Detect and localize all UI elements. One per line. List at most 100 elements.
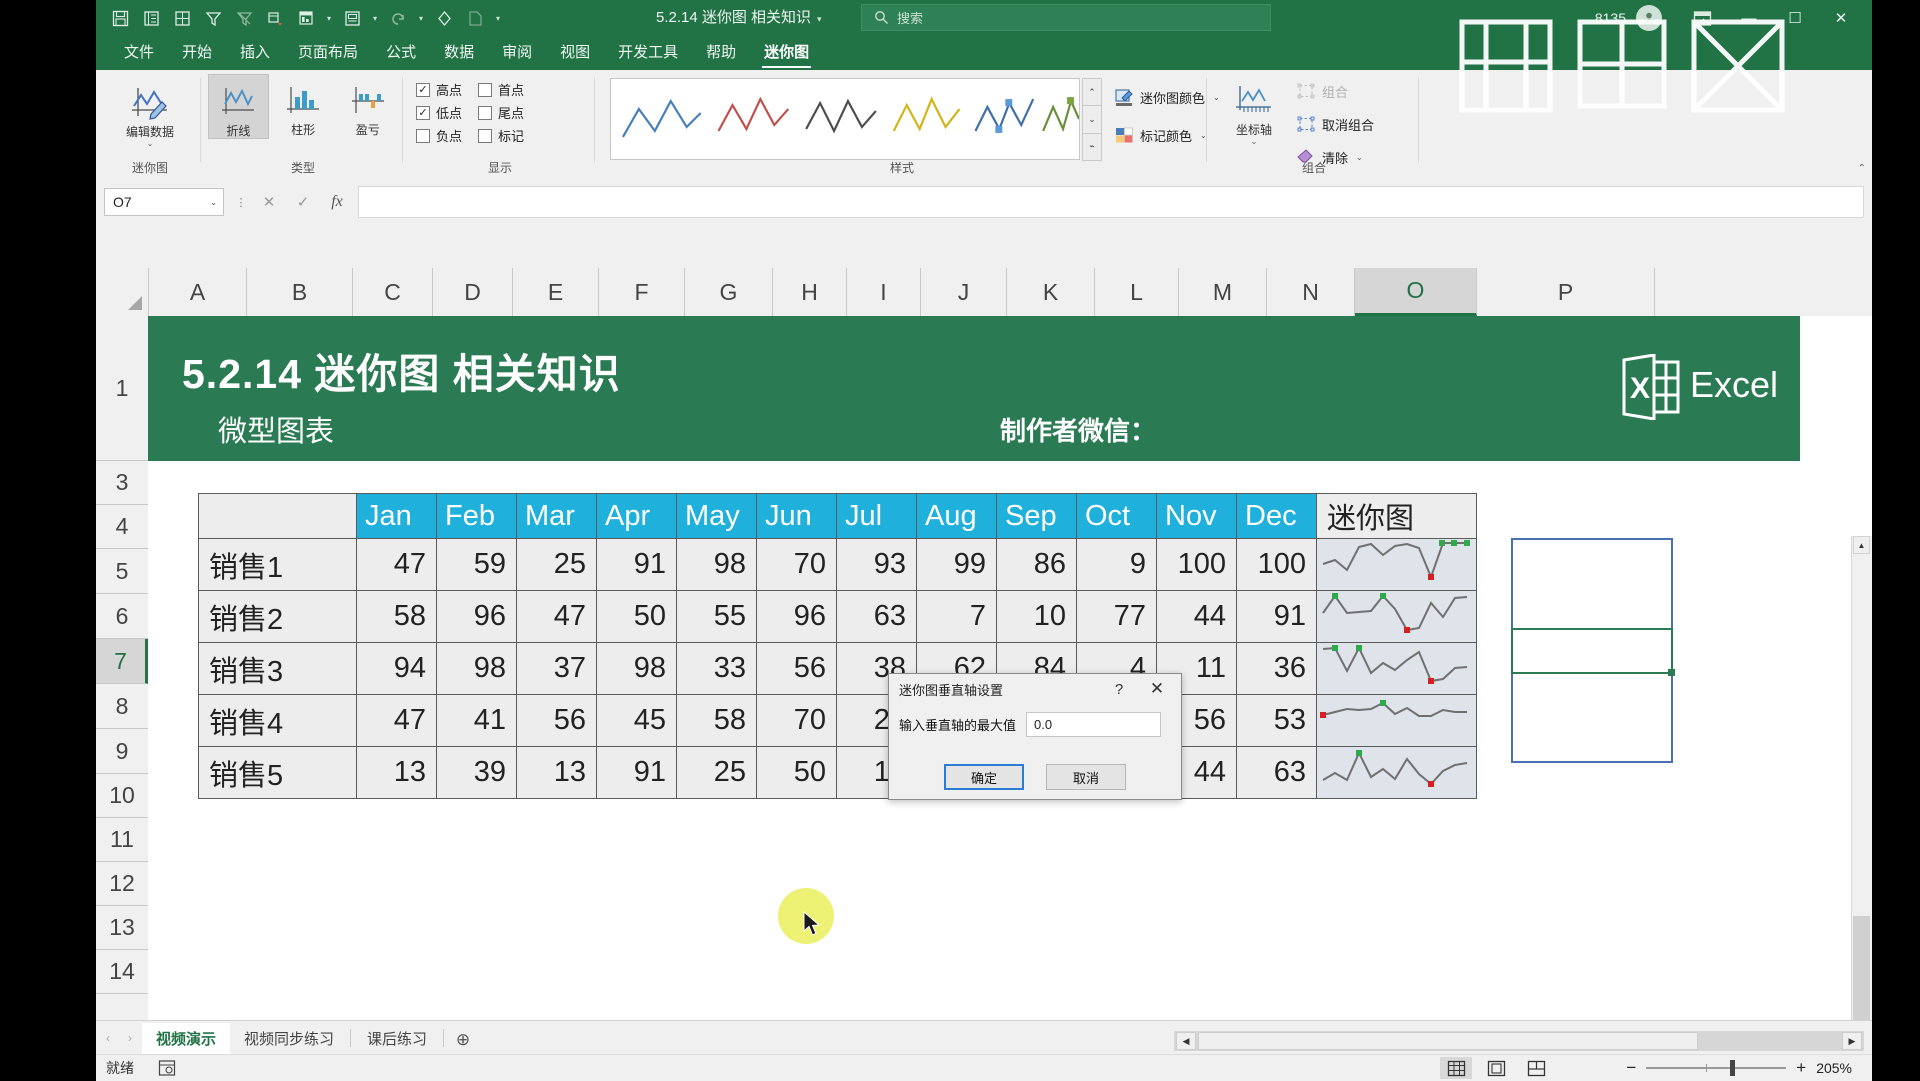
filter-icon[interactable] (199, 4, 227, 32)
cell-r5c12[interactable]: 63 (1236, 746, 1317, 799)
cell-r5c3[interactable]: 13 (516, 746, 597, 799)
column-header-A[interactable]: A (149, 268, 247, 316)
tab-formulas[interactable]: 公式 (372, 36, 430, 70)
edit-data-caret-icon[interactable]: ⌄ (147, 139, 154, 148)
horizontal-scroll-thumb[interactable] (1198, 1032, 1698, 1050)
checkbox-first-point-box[interactable] (478, 82, 493, 97)
cell-r1c6[interactable]: 70 (756, 538, 837, 591)
column-header-I[interactable]: I (847, 268, 921, 316)
table-row[interactable]: 销售1 47 59 25 91 98 70 93 99 86 9 100 100 (198, 538, 1477, 591)
confirm-formula-icon[interactable]: ✓ (286, 188, 320, 216)
insert-function-icon[interactable]: fx (320, 188, 354, 216)
dialog-close-icon[interactable]: ✕ (1141, 674, 1173, 704)
checkbox-last-point-box[interactable] (478, 105, 493, 120)
axis-button[interactable]: 坐标轴 ⌄ (1218, 74, 1290, 146)
cell-r2c3[interactable]: 47 (516, 590, 597, 643)
checkbox-last-point[interactable]: 尾点 (478, 103, 524, 122)
checkbox-low-point-box[interactable]: ✓ (416, 105, 430, 120)
sparkline-cell-5[interactable] (1316, 746, 1477, 799)
cell-r2c10[interactable]: 77 (1076, 590, 1157, 643)
redo-icon[interactable] (384, 4, 412, 32)
column-header-H[interactable]: H (773, 268, 847, 316)
format-painter-icon[interactable] (430, 4, 458, 32)
accessibility-icon[interactable] (156, 1057, 178, 1079)
sparkline-cell-2[interactable] (1316, 590, 1477, 643)
cell-r3c3[interactable]: 37 (516, 642, 597, 695)
sparkline-cell-4[interactable] (1316, 694, 1477, 747)
cell-r2c1[interactable]: 58 (356, 590, 437, 643)
customize-qat-icon[interactable]: ▾ (492, 4, 504, 32)
row-header-4[interactable]: 4 (96, 505, 148, 549)
sparkline-vertical-axis-dialog[interactable]: 迷你图垂直轴设置 ? ✕ 输入垂直轴的最大值 0.0 确定 取消 (888, 673, 1182, 800)
formula-bar-grip[interactable]: ⋮ (234, 192, 248, 212)
dialog-help-icon[interactable]: ? (1105, 674, 1133, 704)
row-header-5[interactable]: 5 (96, 549, 148, 594)
type-column-button[interactable]: 柱形 (273, 74, 334, 139)
page-icon[interactable] (461, 4, 489, 32)
save-icon[interactable] (106, 4, 134, 32)
ok-button[interactable]: 确定 (944, 764, 1024, 790)
search-input[interactable]: 搜索 (861, 4, 1271, 31)
column-header-E[interactable]: E (513, 268, 599, 316)
sort-icon[interactable] (261, 4, 289, 32)
row-header-6[interactable]: 6 (96, 594, 148, 639)
name-box-chevron-icon[interactable]: ⌄ (210, 198, 217, 207)
marker-color-button[interactable]: 标记颜色 ⌄ (1114, 122, 1220, 148)
cell-r5c2[interactable]: 39 (436, 746, 517, 799)
cell-r3c2[interactable]: 98 (436, 642, 517, 695)
cell-r1c9[interactable]: 86 (996, 538, 1077, 591)
row-header-10[interactable]: 10 (96, 774, 148, 818)
tab-view[interactable]: 视图 (546, 36, 604, 70)
vertical-scrollbar[interactable]: ▲ ▼ (1851, 536, 1872, 1020)
cell-r4c3[interactable]: 56 (516, 694, 597, 747)
checkbox-first-point[interactable]: 首点 (478, 80, 524, 99)
column-header-L[interactable]: L (1095, 268, 1179, 316)
horizontal-scrollbar[interactable]: ◀ ▶ (1174, 1031, 1864, 1051)
cell-r5c4[interactable]: 91 (596, 746, 677, 799)
axis-caret-icon[interactable]: ⌄ (1251, 137, 1258, 146)
cell-r4c4[interactable]: 45 (596, 694, 677, 747)
tab-insert[interactable]: 插入 (226, 36, 284, 70)
title-chevron-icon[interactable]: ▾ (817, 14, 822, 24)
column-header-N[interactable]: N (1267, 268, 1355, 316)
cell-r1c10[interactable]: 9 (1076, 538, 1157, 591)
cell-r2c7[interactable]: 63 (836, 590, 917, 643)
hscroll-left-icon[interactable]: ◀ (1176, 1032, 1196, 1050)
table-row[interactable]: 销售4 47 41 56 45 58 70 24 61 9 9 56 53 (198, 694, 1477, 747)
checkbox-markers[interactable]: 标记 (478, 126, 524, 145)
tab-review[interactable]: 审阅 (488, 36, 546, 70)
cell-r1c5[interactable]: 98 (676, 538, 757, 591)
cell-r1c1[interactable]: 47 (356, 538, 437, 591)
sparkline-cell-1[interactable] (1316, 538, 1477, 591)
checkbox-high-point[interactable]: ✓ 高点 (416, 80, 462, 99)
cell-r1c11[interactable]: 100 (1156, 538, 1237, 591)
cell-r2c11[interactable]: 44 (1156, 590, 1237, 643)
checkbox-markers-box[interactable] (478, 128, 493, 143)
zoom-level-label[interactable]: 205% (1816, 1060, 1852, 1076)
hscroll-right-icon[interactable]: ▶ (1842, 1032, 1862, 1050)
cell-r1c3[interactable]: 25 (516, 538, 597, 591)
page-break-view-icon[interactable] (1520, 1057, 1552, 1079)
ungroup-button[interactable]: 取消组合 (1296, 111, 1374, 137)
tab-page-layout[interactable]: 页面布局 (284, 36, 372, 70)
column-header-J[interactable]: J (921, 268, 1007, 316)
checkbox-negative-point[interactable]: 负点 (416, 126, 462, 145)
tab-file[interactable]: 文件 (110, 36, 168, 70)
chevron-down-icon-3[interactable]: ▾ (415, 4, 427, 32)
page-layout-view-icon[interactable] (1480, 1057, 1512, 1079)
cell-r5c6[interactable]: 50 (756, 746, 837, 799)
cell-r2c8[interactable]: 7 (916, 590, 997, 643)
cell-r1c12[interactable]: 100 (1236, 538, 1317, 591)
table-row[interactable]: 销售2 58 96 47 50 55 96 63 7 10 77 44 91 (198, 590, 1477, 643)
gallery-scroll-up-icon[interactable]: ⌃ (1082, 78, 1102, 107)
normal-view-icon[interactable] (1440, 1057, 1472, 1079)
column-header-M[interactable]: M (1179, 268, 1267, 316)
checkbox-negative-point-box[interactable] (416, 128, 430, 143)
vertical-scroll-thumb[interactable] (1853, 916, 1870, 1020)
zoom-in-button[interactable]: + (1796, 1058, 1806, 1078)
cell-r1c8[interactable]: 99 (916, 538, 997, 591)
cell-r2c5[interactable]: 55 (676, 590, 757, 643)
table-row[interactable]: 销售5 13 39 13 91 25 50 19 82 33 7 44 63 (198, 746, 1477, 799)
type-winloss-button[interactable]: 盈亏 (337, 74, 398, 139)
row-header-11[interactable]: 11 (96, 818, 148, 862)
